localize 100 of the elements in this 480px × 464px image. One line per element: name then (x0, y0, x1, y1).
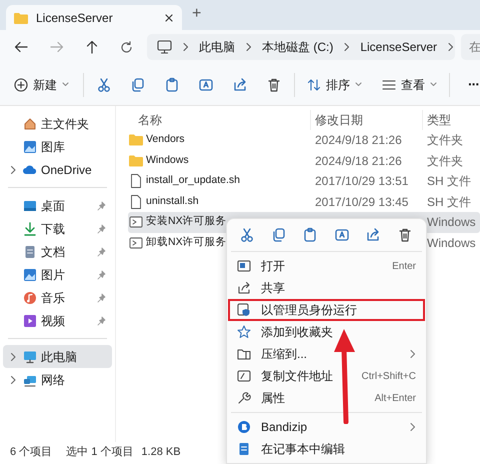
sidebar-item[interactable]: 此电脑 (3, 345, 112, 368)
new-tab-button[interactable]: + (192, 2, 202, 30)
back-icon[interactable] (14, 41, 28, 53)
menu-item[interactable]: 共享 (227, 277, 426, 299)
file-row[interactable]: uninstall.sh 2017/10/29 13:45 SH 文件 (128, 192, 480, 212)
caret-icon (62, 82, 69, 87)
file-type: SH 文件 (427, 194, 472, 209)
file-icon (129, 174, 143, 188)
trash-icon[interactable] (396, 227, 412, 243)
modified-date: 2024/9/18 21:26 (315, 154, 402, 168)
sidebar-item[interactable]: 下载 (3, 217, 112, 240)
folder-icon (129, 133, 143, 148)
menu-item[interactable]: Bandizip (227, 416, 426, 438)
cloud-icon (23, 162, 37, 176)
breadcrumb-item[interactable]: 此电脑 (199, 38, 235, 56)
path-icon (237, 369, 251, 383)
breadcrumb-item[interactable]: 本地磁盘 (C:) (262, 38, 334, 56)
refresh-icon[interactable] (120, 40, 133, 54)
shortcut-label: Alt+Enter (374, 392, 416, 406)
video-icon (23, 314, 37, 328)
cut-icon[interactable] (239, 227, 255, 243)
modified-date: 2024/9/18 21:26 (315, 133, 402, 148)
sidebar-item[interactable]: 主文件夹 (3, 112, 112, 135)
share-icon[interactable] (232, 76, 248, 92)
desktop-icon (23, 198, 37, 212)
rename-icon[interactable] (334, 227, 350, 243)
plus-circle-icon (14, 78, 28, 92)
sidebar-item[interactable]: 视频 (3, 309, 112, 332)
column-header[interactable]: 修改日期 (315, 111, 363, 129)
chevron-icon[interactable] (9, 352, 17, 362)
selection-size: 1.28 KB (141, 444, 181, 460)
file-type: Windows (427, 236, 476, 250)
file-type: 文件夹 (427, 154, 463, 168)
sidebar-item[interactable]: 图片 (3, 263, 112, 286)
sidebar-item[interactable]: 桌面 (3, 194, 112, 217)
home-icon (23, 116, 37, 130)
chevron-icon[interactable] (343, 42, 350, 52)
bandizip-icon (237, 420, 251, 434)
file-row[interactable]: install_or_update.sh 2017/10/29 13:51 SH 文件 (128, 171, 480, 192)
column-header[interactable]: 类型 (427, 111, 451, 129)
shortcut-label: Ctrl+Shift+C (362, 370, 416, 384)
chevron-icon[interactable] (9, 374, 17, 384)
close-icon[interactable] (164, 12, 174, 22)
menu-item[interactable]: 在记事本中编辑 (227, 438, 426, 460)
gallery-icon (23, 140, 37, 154)
menu-item[interactable]: 添加到收藏夹 (227, 321, 426, 343)
file-name: Vendors (146, 132, 185, 148)
sidebar-item[interactable]: 网络 (3, 368, 112, 391)
script-file-icon (129, 236, 143, 250)
file-name: install_or_update.sh (146, 173, 240, 188)
view-button[interactable]: 查看 (382, 76, 437, 94)
file-row[interactable]: Windows 2024/9/18 21:26 文件夹 (128, 150, 480, 171)
wrench-icon (237, 391, 251, 405)
menu-item[interactable]: 复制文件地址 Ctrl+Shift+C (227, 365, 426, 387)
sidebar-item[interactable]: 音乐 (3, 286, 112, 309)
file-row[interactable]: Vendors 2024/9/18 21:26 文件夹 (128, 130, 480, 150)
new-button[interactable]: 新建 (14, 76, 73, 94)
rename-icon[interactable] (198, 76, 214, 92)
more-button[interactable]: ··· (468, 74, 479, 95)
shortcut-label: Enter (392, 260, 416, 274)
chevron-icon[interactable] (245, 42, 252, 52)
breadcrumb-item[interactable]: LicenseServer (360, 38, 438, 56)
menu-item[interactable]: 属性 Alt+Enter (227, 387, 426, 409)
address-bar[interactable]: 此电脑 本地磁盘 (C:) LicenseServer (147, 34, 455, 60)
cut-icon[interactable] (96, 76, 112, 92)
column-header[interactable]: 名称 (138, 111, 162, 129)
trash-icon[interactable] (266, 76, 282, 92)
item-count: 6 个项目 (10, 444, 52, 460)
chevron-icon[interactable] (9, 164, 17, 174)
sidebar-item[interactable]: OneDrive (3, 158, 112, 181)
document-icon (23, 244, 37, 258)
chevron-icon[interactable] (182, 42, 189, 52)
copy-icon[interactable] (130, 76, 146, 92)
paste-icon[interactable] (302, 227, 318, 243)
tab[interactable]: LicenseServer (6, 5, 182, 30)
chevron-icon[interactable] (447, 42, 454, 52)
caret-icon (430, 82, 437, 87)
sidebar-item[interactable]: 图库 (3, 135, 112, 158)
sort-button[interactable]: 排序 (307, 76, 362, 94)
selection-count: 选中 1 个项目 (66, 444, 134, 460)
notepad-icon (237, 442, 251, 456)
sidebar-item[interactable]: 文档 (3, 240, 112, 263)
file-row[interactable]: 卸载NX许可服务 Windows (128, 232, 480, 253)
menu-item[interactable]: 压缩到... (227, 343, 426, 365)
menu-item[interactable]: 打开 Enter (227, 255, 426, 277)
sort-icon (307, 78, 321, 90)
menu-item[interactable]: 以管理员身份运行 (227, 299, 426, 321)
window-icon (237, 259, 251, 273)
caret-icon (355, 82, 362, 87)
share-icon[interactable] (365, 227, 381, 243)
modified-date: 2017/10/29 13:45 (315, 194, 408, 209)
folder-icon (14, 12, 28, 24)
file-type: Windows (427, 215, 476, 230)
file-type: 文件夹 (427, 133, 463, 148)
list-view-icon (382, 78, 396, 90)
up-icon[interactable] (86, 40, 98, 54)
copy-icon[interactable] (270, 227, 286, 243)
download-icon (23, 222, 37, 236)
share-icon (237, 281, 251, 295)
paste-icon[interactable] (164, 76, 180, 92)
